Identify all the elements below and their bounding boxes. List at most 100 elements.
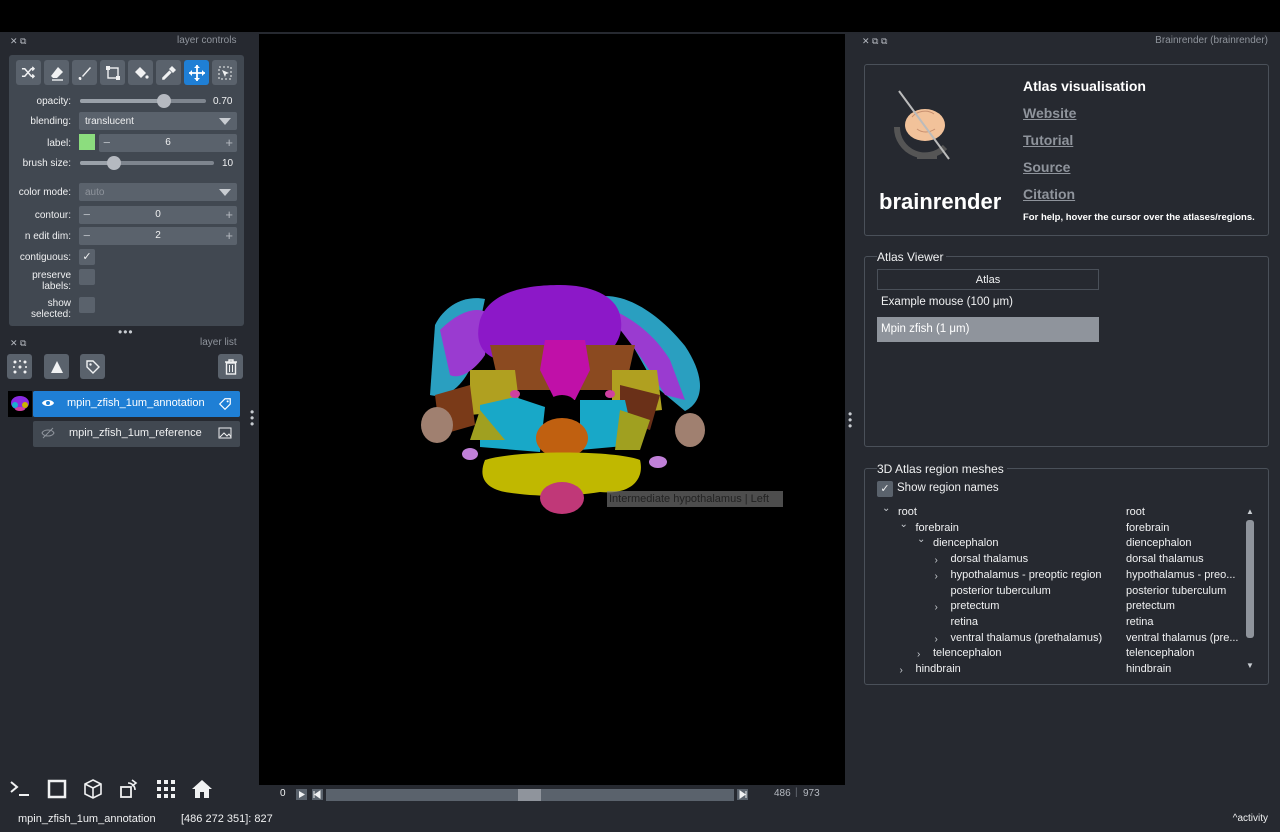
tree-item-column2: ventral thalamus (pre... xyxy=(1126,631,1239,644)
label-spinbox[interactable]: − 6 + xyxy=(99,134,237,152)
show-selected-label: show selected: xyxy=(30,298,71,320)
tree-item-column2: telencephalon xyxy=(1126,647,1195,660)
chevron-right-icon[interactable]: › xyxy=(935,602,938,613)
tree-item[interactable]: retina xyxy=(951,616,979,628)
plus-icon[interactable]: + xyxy=(225,228,233,243)
tree-item[interactable]: root xyxy=(898,506,917,518)
dock-float-icons[interactable]: ✕ ⧉ xyxy=(10,36,26,47)
tree-item[interactable]: dorsal thalamus xyxy=(951,553,1029,565)
new-shapes-layer-button[interactable] xyxy=(44,354,69,379)
dock-float-icons[interactable]: ✕ ⧉ xyxy=(10,338,26,349)
brainrender-logo-text: brainrender xyxy=(879,189,1002,214)
chevron-down-icon[interactable]: ⌄ xyxy=(900,519,908,530)
cube-3d-icon[interactable] xyxy=(79,775,107,803)
dims-slider-handle[interactable] xyxy=(518,789,541,801)
image-layer-type-icon xyxy=(218,427,232,442)
status-coordinates: [486 272 351]: 827 xyxy=(181,813,273,825)
tree-item[interactable]: hypothalamus - preoptic region xyxy=(951,569,1102,581)
eye-icon[interactable] xyxy=(41,397,55,412)
preserve-labels-checkbox[interactable] xyxy=(79,269,95,285)
fill-bucket-icon[interactable] xyxy=(128,60,153,85)
vertical-splitter-handle[interactable]: • • • xyxy=(250,406,254,430)
chevron-down-icon[interactable]: ⌄ xyxy=(882,506,890,514)
color-mode-select[interactable]: auto xyxy=(79,183,237,201)
tutorial-link[interactable]: Tutorial xyxy=(1023,132,1073,148)
source-link[interactable]: Source xyxy=(1023,159,1070,175)
tree-item[interactable]: ventral thalamus (prethalamus) xyxy=(951,632,1103,644)
step-forward-icon[interactable] xyxy=(737,789,748,803)
chevron-right-icon[interactable]: › xyxy=(935,634,938,645)
show-selected-checkbox[interactable] xyxy=(79,297,95,313)
color-picker-icon[interactable] xyxy=(156,60,181,85)
ndisplay-square-icon[interactable] xyxy=(43,775,71,803)
layer-controls-title: layer controls xyxy=(177,35,237,46)
tree-item[interactable]: hindbrain xyxy=(916,663,961,673)
chevron-right-icon[interactable]: › xyxy=(935,555,938,566)
plus-icon[interactable]: + xyxy=(225,207,233,222)
show-region-names-checkbox[interactable]: ✓ xyxy=(877,481,893,497)
blending-select[interactable]: translucent xyxy=(79,112,237,130)
tree-item[interactable]: diencephalon xyxy=(933,537,998,549)
tag-icon xyxy=(85,359,100,374)
atlas-item-mpin-zfish[interactable]: Mpin zfish (1 μm) xyxy=(877,317,1099,342)
atlas-item-example-mouse[interactable]: Example mouse (100 μm) xyxy=(877,290,1099,315)
opacity-value: 0.70 xyxy=(213,96,233,107)
color-mode-label: color mode: xyxy=(18,187,71,198)
polygon-icon[interactable] xyxy=(100,60,125,85)
citation-link[interactable]: Citation xyxy=(1023,186,1075,202)
label-value: 6 xyxy=(165,137,171,148)
atlas-column-header[interactable]: Atlas xyxy=(877,269,1099,290)
brush-size-slider-handle[interactable] xyxy=(107,156,121,170)
status-bar: mpin_zfish_1um_annotation [486 272 351]:… xyxy=(0,808,1280,832)
chevron-right-icon[interactable]: › xyxy=(935,571,938,582)
paintbrush-icon[interactable] xyxy=(72,60,97,85)
step-back-icon[interactable] xyxy=(312,789,323,803)
splitter-handle[interactable]: ••• xyxy=(118,325,134,339)
delete-layer-button[interactable] xyxy=(218,354,243,379)
tree-item[interactable]: forebrain xyxy=(916,522,959,534)
label-color-swatch[interactable] xyxy=(79,134,95,150)
contiguous-checkbox[interactable]: ✓ xyxy=(79,249,95,265)
shuffle-icon[interactable] xyxy=(16,60,41,85)
eye-closed-icon[interactable] xyxy=(41,427,55,442)
grid-icon[interactable] xyxy=(152,775,180,803)
tree-scrollbar[interactable]: ▲ ▼ xyxy=(1245,507,1255,673)
region-tree: ⌄ root root ⌄ forebrain forebrain ⌄ diencephalo… xyxy=(870,506,1244,673)
tree-scrollbar-thumb[interactable] xyxy=(1246,520,1254,638)
transform-icon[interactable] xyxy=(212,60,237,85)
tree-item[interactable]: telencephalon xyxy=(933,647,1002,659)
viewer-canvas[interactable] xyxy=(259,34,845,785)
console-icon[interactable] xyxy=(6,775,34,803)
pan-zoom-icon[interactable] xyxy=(184,60,209,85)
scroll-down-icon[interactable]: ▼ xyxy=(1246,661,1254,670)
label-label: label: xyxy=(47,138,71,149)
layer-row-annotation[interactable]: mpin_zfish_1um_annotation xyxy=(33,391,240,417)
brush-size-value: 10 xyxy=(222,158,234,169)
opacity-slider-handle[interactable] xyxy=(157,94,171,108)
chevron-down-icon[interactable]: ⌄ xyxy=(917,534,925,545)
tree-item[interactable]: pretectum xyxy=(951,600,1000,612)
new-points-layer-button[interactable] xyxy=(7,354,32,379)
transpose-icon[interactable] xyxy=(115,775,143,803)
brush-size-label: brush size: xyxy=(22,158,71,169)
scroll-up-icon[interactable]: ▲ xyxy=(1246,507,1254,516)
plus-icon[interactable]: + xyxy=(225,135,233,150)
eraser-icon[interactable] xyxy=(44,60,69,85)
contour-spinbox[interactable]: − 0 + xyxy=(79,206,237,224)
play-icon[interactable] xyxy=(296,789,307,803)
dock-float-icons[interactable]: ✕ ⧉ ⧉ xyxy=(862,36,887,47)
layer-row-reference[interactable]: mpin_zfish_1um_reference xyxy=(33,421,240,447)
opacity-slider-fill xyxy=(80,99,165,103)
vertical-splitter-handle[interactable]: • • • xyxy=(848,408,852,432)
new-labels-layer-button[interactable] xyxy=(80,354,105,379)
n-edit-dim-spinbox[interactable]: − 2 + xyxy=(79,227,237,245)
website-link[interactable]: Website xyxy=(1023,105,1076,121)
tree-item-column2: retina xyxy=(1126,615,1154,628)
n-edit-dim-value: 2 xyxy=(155,230,161,241)
activity-button[interactable]: ^activity xyxy=(1233,813,1268,824)
chevron-right-icon[interactable]: › xyxy=(900,665,903,673)
brain-section-image xyxy=(421,285,705,514)
home-icon[interactable] xyxy=(188,775,216,803)
chevron-right-icon[interactable]: › xyxy=(917,649,920,660)
tree-item[interactable]: posterior tuberculum xyxy=(951,585,1051,597)
